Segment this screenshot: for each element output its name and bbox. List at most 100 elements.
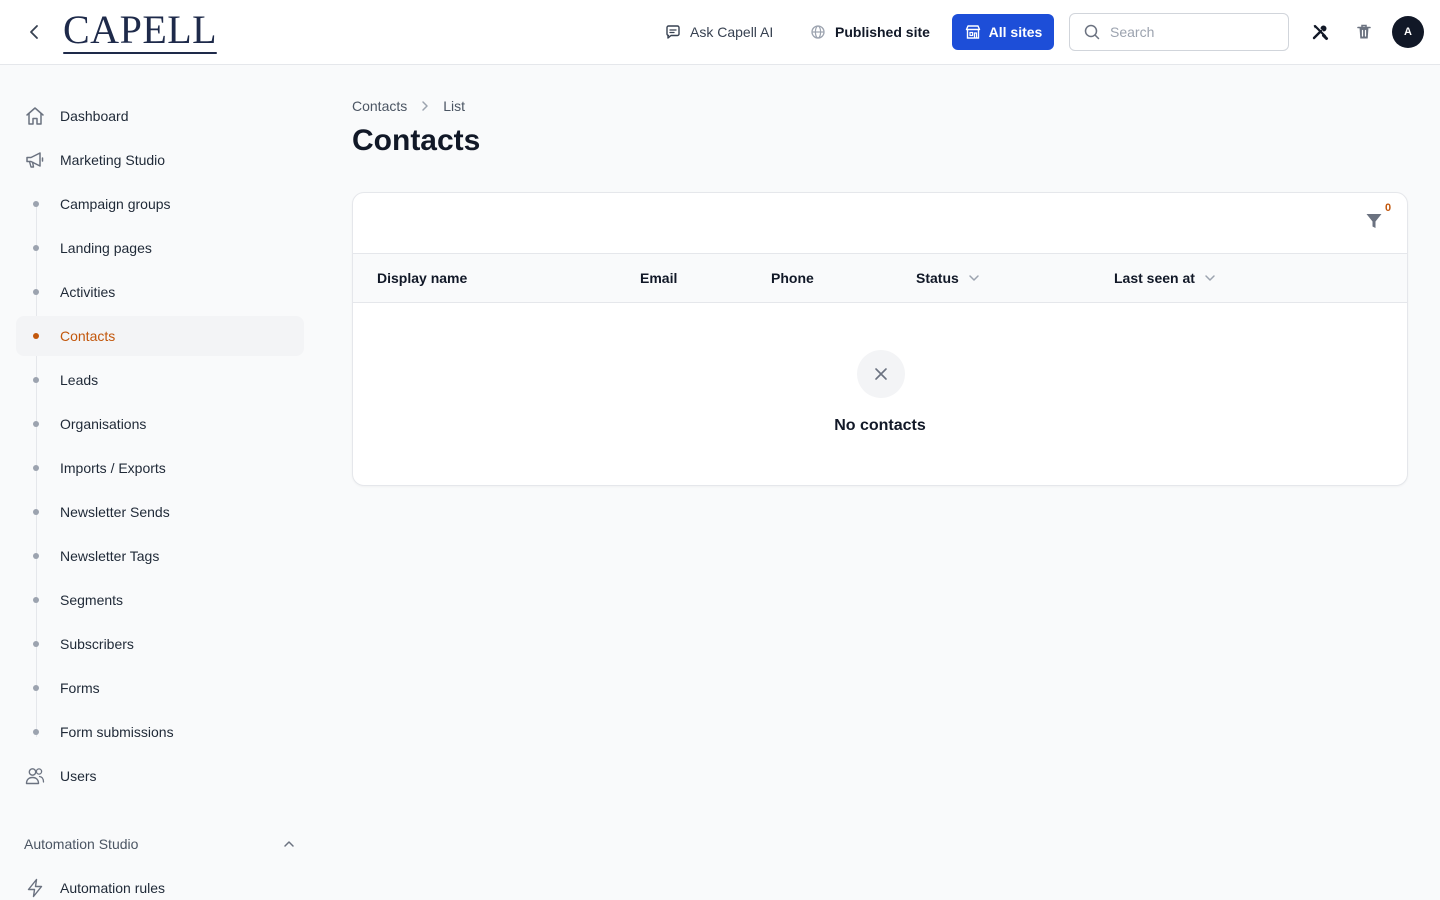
trash-button[interactable] <box>1352 20 1376 44</box>
globe-icon <box>811 25 825 39</box>
search-icon <box>1084 24 1100 40</box>
sidebar-item-contacts[interactable]: Contacts <box>16 316 304 356</box>
column-last-seen-at[interactable]: Last seen at <box>1114 270 1217 286</box>
breadcrumb: Contacts List <box>352 97 465 115</box>
sidebar-item-imports-exports[interactable]: Imports / Exports <box>16 448 304 488</box>
bullet-dot <box>33 289 39 295</box>
column-label: Status <box>916 270 959 286</box>
sidebar-item-label: Newsletter Sends <box>60 504 170 520</box>
storefront-icon <box>965 25 980 39</box>
sidebar-item-marketing-studio[interactable]: Marketing Studio <box>16 140 304 180</box>
search-input[interactable] <box>1110 24 1270 40</box>
sidebar-item-label: Dashboard <box>60 108 129 124</box>
contacts-table-card: 0 Display name Email Phone Status Last s… <box>352 192 1408 486</box>
sidebar-item-forms[interactable]: Forms <box>16 668 304 708</box>
trash-icon <box>1357 24 1371 39</box>
sidebar-item-label: Leads <box>60 372 99 388</box>
sidebar-item-leads[interactable]: Leads <box>16 360 304 400</box>
bullet-dot <box>33 333 39 339</box>
column-status[interactable]: Status <box>916 270 981 286</box>
published-site-button[interactable]: Published site <box>809 14 930 50</box>
table-header: Display name Email Phone Status Last see… <box>353 253 1407 303</box>
sidebar-item-newsletter-sends[interactable]: Newsletter Sends <box>16 492 304 532</box>
tools-button[interactable] <box>1308 20 1332 44</box>
table-toolbar: 0 <box>353 193 1407 253</box>
filter-button[interactable] <box>1364 211 1386 233</box>
column-label: Email <box>640 270 678 286</box>
megaphone-icon <box>26 152 44 168</box>
column-label: Display name <box>377 270 468 286</box>
sidebar-item-automation-rules[interactable]: Automation rules <box>16 868 304 900</box>
sidebar-item-subscribers[interactable]: Subscribers <box>16 624 304 664</box>
bullet-dot <box>33 685 39 691</box>
published-site-label: Published site <box>835 24 930 40</box>
sidebar-item-label: Newsletter Tags <box>60 548 160 564</box>
sidebar-item-label: Imports / Exports <box>60 460 166 476</box>
empty-state-message: No contacts <box>834 417 926 434</box>
users-icon <box>25 768 45 785</box>
page-title: Contacts <box>352 124 481 157</box>
sidebar-item-organisations[interactable]: Organisations <box>16 404 304 444</box>
chevron-down-icon <box>1205 275 1215 281</box>
section-automation-studio[interactable]: Automation Studio <box>24 833 296 855</box>
sidebar-item-label: Form submissions <box>60 724 174 740</box>
sidebar-item-landing-pages[interactable]: Landing pages <box>16 228 304 268</box>
sidebar-item-label: Automation rules <box>60 880 166 896</box>
bolt-icon <box>27 878 43 898</box>
user-avatar[interactable]: A <box>1392 16 1424 48</box>
sidebar-item-label: Segments <box>60 592 124 608</box>
top-bar: CAPELL Ask Capell AI Published site All … <box>0 0 1440 65</box>
bullet-dot <box>33 421 39 427</box>
sidebar-item-newsletter-tags[interactable]: Newsletter Tags <box>16 536 304 576</box>
sidebar-item-label: Marketing Studio <box>60 152 166 168</box>
bullet-dot <box>33 597 39 603</box>
bullet-dot <box>33 245 39 251</box>
sidebar-item-label: Campaign groups <box>60 196 171 212</box>
sidebar-item-segments[interactable]: Segments <box>16 580 304 620</box>
bullet-dot <box>33 377 39 383</box>
all-sites-button[interactable]: All sites <box>952 14 1054 50</box>
chevron-left-icon <box>30 25 38 39</box>
empty-state-icon <box>857 350 905 398</box>
breadcrumb-contacts[interactable]: Contacts <box>352 98 407 114</box>
ask-ai-button[interactable]: Ask Capell AI <box>664 14 773 50</box>
capell-logo[interactable]: CAPELL <box>63 9 218 54</box>
chevron-up-icon <box>284 841 294 847</box>
sidebar-item-form-submissions[interactable]: Form submissions <box>16 712 304 752</box>
sidebar-item-label: Landing pages <box>60 240 152 256</box>
back-button[interactable] <box>22 20 46 44</box>
sidebar-item-users[interactable]: Users <box>16 756 304 796</box>
filter-icon <box>1366 214 1382 228</box>
chat-bubble-icon <box>666 25 680 39</box>
bullet-dot <box>33 729 39 735</box>
column-display-name[interactable]: Display name <box>377 270 467 286</box>
sidebar-item-label: Users <box>60 768 97 784</box>
column-label: Phone <box>771 270 814 286</box>
sidebar-item-label: Forms <box>60 680 100 696</box>
home-icon <box>26 107 44 125</box>
bullet-dot <box>33 553 39 559</box>
x-icon <box>875 368 887 380</box>
bullet-dot <box>33 465 39 471</box>
sidebar: Dashboard Marketing Studio Campaign grou… <box>0 65 320 900</box>
wrench-screwdriver-icon <box>1312 24 1328 40</box>
chevron-right-icon <box>422 101 428 111</box>
sidebar-item-label: Organisations <box>60 416 147 432</box>
column-phone[interactable]: Phone <box>771 270 814 286</box>
bullet-dot <box>33 509 39 515</box>
sidebar-item-label: Subscribers <box>60 636 134 652</box>
chevron-down-icon <box>969 275 979 281</box>
column-label: Last seen at <box>1114 270 1195 286</box>
sidebar-item-campaign-groups[interactable]: Campaign groups <box>16 184 304 224</box>
section-label: Automation Studio <box>24 836 139 852</box>
sidebar-item-activities[interactable]: Activities <box>16 272 304 312</box>
bullet-dot <box>33 201 39 207</box>
sidebar-item-label: Contacts <box>60 328 116 344</box>
sidebar-item-dashboard[interactable]: Dashboard <box>16 96 304 136</box>
all-sites-label: All sites <box>988 24 1043 40</box>
search-box[interactable] <box>1069 13 1289 51</box>
ask-ai-label: Ask Capell AI <box>690 24 774 40</box>
sidebar-item-label: Activities <box>60 284 116 300</box>
bullet-dot <box>33 641 39 647</box>
column-email[interactable]: Email <box>640 270 677 286</box>
